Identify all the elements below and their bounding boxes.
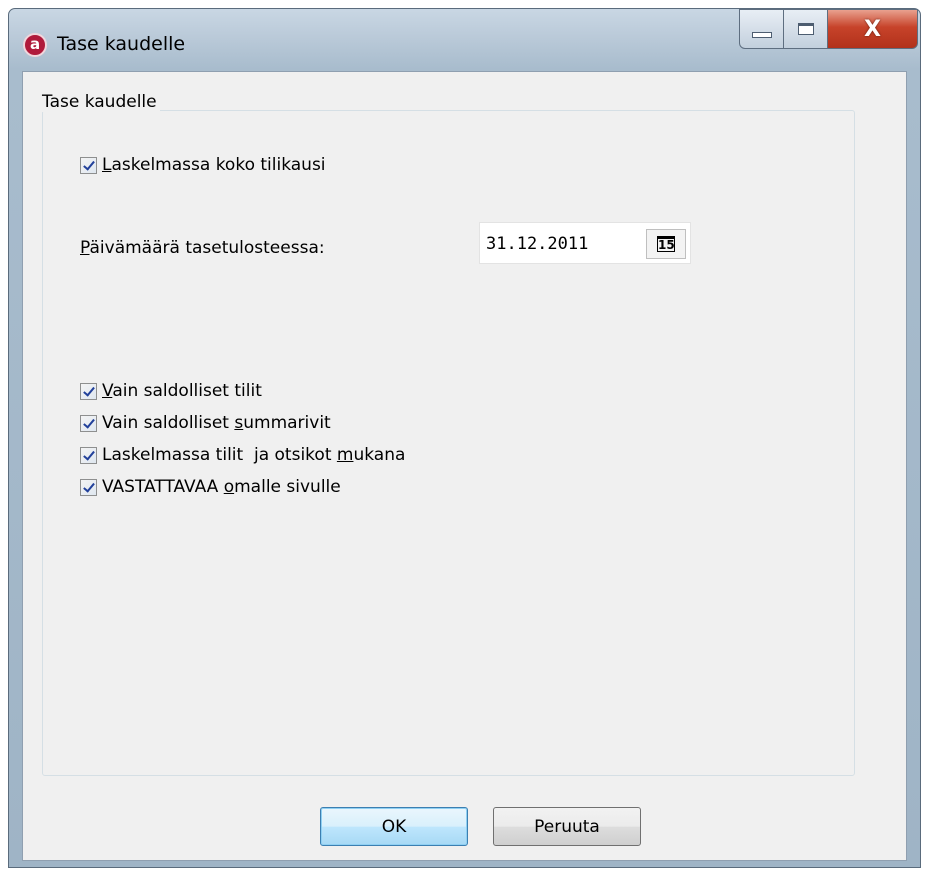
minimize-button[interactable] [739,9,784,49]
groupbox-title: Tase kaudelle [39,92,160,112]
checkbox-label: Laskelmassa tilit ja otsikot mukana [102,445,406,465]
title-bar[interactable]: a Tase kaudelle X [9,9,920,71]
cancel-button[interactable]: Peruuta [493,807,641,846]
checkbox-checked-icon[interactable] [80,446,97,464]
close-icon: X [864,16,881,42]
calendar-icon: 15 [657,236,675,252]
checkbox-only-balance-summary-rows[interactable]: Vain saldolliset summarivit [80,411,331,435]
maximize-button[interactable] [784,9,828,49]
checkbox-accounts-and-headings[interactable]: Laskelmassa tilit ja otsikot mukana [80,443,405,467]
window-title: Tase kaudelle [57,33,186,55]
checkbox-label: VASTATTAVAA omalle sivulle [102,477,341,497]
maximize-icon [797,23,814,35]
checkbox-label: Vain saldolliset tilit [102,381,262,401]
checkbox-label: Vain saldolliset summarivit [102,413,331,433]
ok-button[interactable]: OK [320,807,468,846]
dialog-client-area: Tase kaudelle Laskelmassa koko tilikausi… [22,71,907,861]
calendar-button[interactable]: 15 [646,229,686,259]
date-label: Päivämäärä tasetulosteessa: [80,238,325,258]
checkbox-whole-fiscal-year[interactable]: Laskelmassa koko tilikausi [80,153,326,177]
date-picker-field[interactable]: 31.12.2011 15 [479,222,691,264]
checkbox-only-balance-accounts[interactable]: Vain saldolliset tilit [80,379,262,403]
checkbox-label: Laskelmassa koko tilikausi [102,155,326,175]
caption-buttons: X [739,9,918,49]
checkbox-checked-icon[interactable] [80,414,97,432]
checkbox-checked-icon[interactable] [80,156,97,174]
minimize-icon [751,32,772,38]
close-button[interactable]: X [828,9,918,49]
checkbox-checked-icon[interactable] [80,382,97,400]
app-logo-icon: a [23,33,47,57]
dialog-window: a Tase kaudelle X Tase kaudelle Laskelma… [8,8,921,868]
date-value[interactable]: 31.12.2011 [486,234,588,254]
checkbox-liabilities-own-page[interactable]: VASTATTAVAA omalle sivulle [80,475,341,499]
checkbox-checked-icon[interactable] [80,478,97,496]
